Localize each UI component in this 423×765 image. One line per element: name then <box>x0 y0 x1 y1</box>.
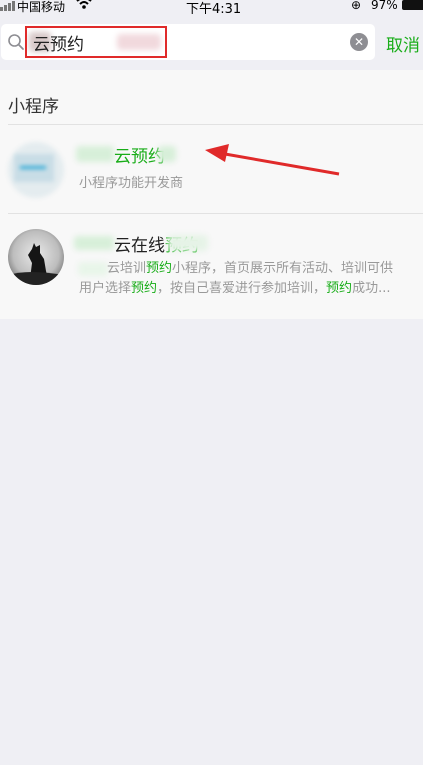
redaction-blur <box>168 235 208 251</box>
result-title-text: 云在线 <box>114 236 165 256</box>
result-subtitle: 小程序功能开发商 <box>79 176 184 191</box>
annotation-arrow <box>205 144 340 176</box>
section-title: 小程序 <box>8 97 59 117</box>
search-highlight-box <box>25 26 167 58</box>
desc-text: ，按自己喜爱进行参加培训， <box>157 281 327 296</box>
result-item[interactable]: 云在线预约 云培训预约小程序，首页展示所有活动、培训可供 用户选择预约，按自己喜… <box>0 213 423 319</box>
status-bar: 中国移动 下午4:31 ⊕ 97% <box>0 0 423 17</box>
desc-text: 成功... <box>352 281 391 296</box>
carrier-label: 中国移动 <box>17 0 66 14</box>
desc-highlight: 预约 <box>146 261 173 276</box>
search-box[interactable]: ✕ <box>1 24 375 60</box>
wolf-avatar <box>8 229 64 285</box>
signal-icon <box>0 1 15 11</box>
battery-icon <box>402 0 423 10</box>
desc-text: 用户选择 <box>79 281 132 296</box>
redaction-blur <box>74 236 114 250</box>
redaction-blur <box>158 146 176 162</box>
clear-icon[interactable]: ✕ <box>350 33 368 51</box>
result-description: 云培训预约小程序，首页展示所有活动、培训可供 <box>107 259 423 279</box>
desc-text: 小程序，首页展示所有活动、培训可供 <box>172 261 394 276</box>
desc-highlight: 预约 <box>131 281 158 296</box>
mini-program-avatar <box>8 142 64 198</box>
redaction-blur <box>78 262 108 276</box>
battery-percent: 97% <box>371 0 398 12</box>
search-icon <box>7 33 25 51</box>
desc-text: 云培训 <box>107 261 147 276</box>
search-area: ✕ 取消 <box>0 14 423 70</box>
result-description: 用户选择预约，按自己喜爱进行参加培训，预约成功... <box>79 279 419 299</box>
wifi-icon <box>76 0 92 14</box>
results-panel: 小程序 云预约 小程序功能开发商 云在线预约 云培训预约小程序，首页展示所有活动… <box>0 70 423 319</box>
orientation-lock-icon: ⊕ <box>351 0 362 12</box>
redaction-blur <box>76 146 114 162</box>
cancel-button[interactable]: 取消 <box>386 31 420 56</box>
desc-highlight: 预约 <box>326 281 353 296</box>
